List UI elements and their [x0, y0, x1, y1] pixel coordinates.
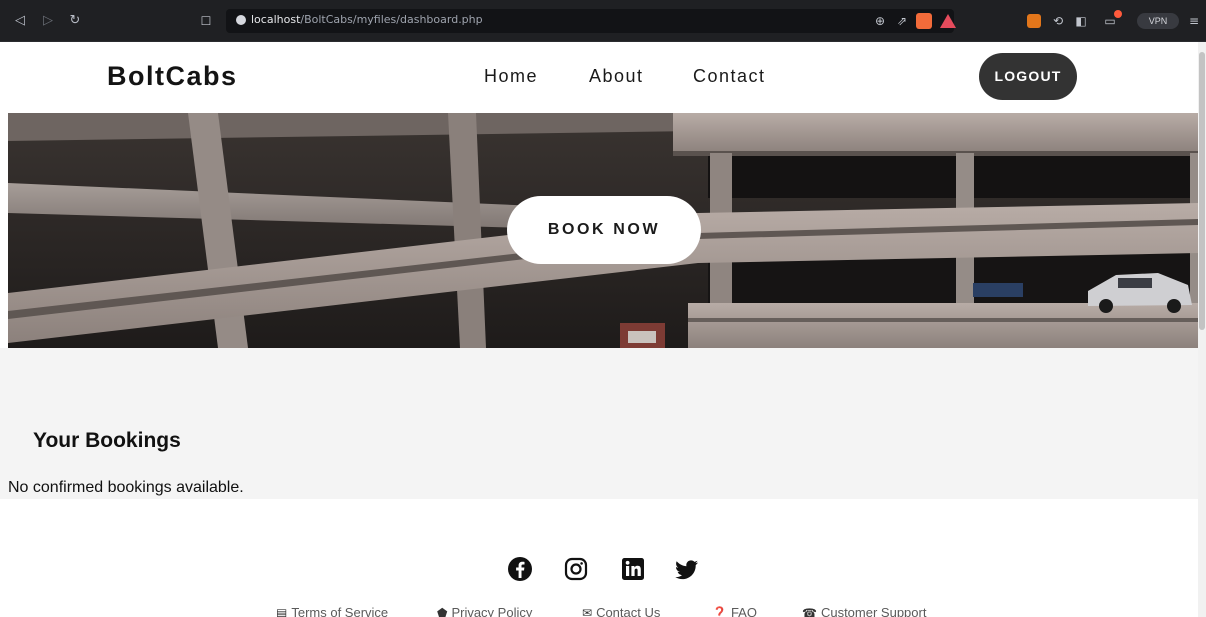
- url-host: localhost: [251, 13, 301, 26]
- share-icon[interactable]: ⇗: [894, 12, 910, 30]
- site-logo[interactable]: BoltCabs: [107, 61, 238, 92]
- empty-bookings-message: No confirmed bookings available.: [8, 479, 244, 496]
- linkedin-icon[interactable]: [620, 556, 646, 582]
- footer-link-faq[interactable]: ❓ FAQ: [712, 605, 757, 617]
- bookmark-icon[interactable]: ☐: [198, 13, 214, 29]
- forward-icon[interactable]: ▷: [40, 13, 56, 29]
- bookings-section: Your Bookings No confirmed bookings avai…: [0, 348, 1198, 499]
- twitter-icon[interactable]: [674, 556, 700, 582]
- footer-link-faq-label: FAQ: [730, 605, 757, 617]
- vpn-button[interactable]: VPN: [1137, 13, 1179, 29]
- footer-link-privacy-label: Privacy Policy: [451, 605, 533, 617]
- site-header: BoltCabs Home About Contact LOGOUT: [0, 42, 1198, 113]
- footer-link-terms-label: Terms of Service: [291, 605, 389, 617]
- footer-link-support[interactable]: ☎ Customer Support: [802, 605, 926, 617]
- notification-badge: [1114, 10, 1122, 18]
- site-info-icon[interactable]: [236, 15, 246, 25]
- facebook-icon[interactable]: [507, 556, 533, 582]
- brave-shields-icon[interactable]: [916, 13, 932, 29]
- url-path: /BoltCabs/myfiles/dashboard.php: [300, 13, 483, 26]
- nav-about[interactable]: About: [589, 66, 644, 87]
- footer-link-terms[interactable]: ▤ Terms of Service: [276, 605, 388, 617]
- back-icon[interactable]: ◁: [12, 13, 28, 29]
- footer-link-contact-label: Contact Us: [596, 605, 661, 617]
- bookings-title: Your Bookings: [33, 429, 181, 452]
- document-icon: ▤: [276, 606, 288, 617]
- browser-toolbar: ◁ ▷ ↻ ☐ localhost/BoltCabs/myfiles/dashb…: [0, 0, 1206, 42]
- phone-icon: ☎: [802, 606, 817, 617]
- footer-link-privacy[interactable]: ⬟ Privacy Policy: [437, 605, 532, 617]
- envelope-icon: ✉: [582, 606, 593, 617]
- reload-icon[interactable]: ↻: [67, 13, 83, 29]
- logout-button[interactable]: LOGOUT: [979, 53, 1077, 100]
- sidebar-icon[interactable]: ◧: [1073, 12, 1089, 30]
- extensions-icon[interactable]: ⟲: [1050, 12, 1066, 30]
- menu-icon[interactable]: ≡: [1186, 12, 1202, 30]
- vpn-label: VPN: [1148, 16, 1168, 26]
- nav-home[interactable]: Home: [484, 66, 538, 87]
- footer-link-support-label: Customer Support: [820, 605, 927, 617]
- book-now-button[interactable]: BOOK NOW: [507, 196, 701, 264]
- zoom-icon[interactable]: ⊕: [872, 12, 888, 30]
- brave-rewards-icon[interactable]: [940, 14, 956, 28]
- metamask-icon[interactable]: [1027, 14, 1041, 28]
- instagram-icon[interactable]: [563, 556, 589, 582]
- site-footer: ▤ Terms of Service ⬟ Privacy Policy ✉ Conta…: [0, 499, 1198, 617]
- question-icon: ❓: [712, 606, 727, 617]
- url-text[interactable]: localhost/BoltCabs/myfiles/dashboard.php: [251, 13, 483, 26]
- page-scrollbar[interactable]: [1198, 42, 1206, 617]
- nav-contact[interactable]: Contact: [693, 66, 766, 87]
- footer-link-contact[interactable]: ✉ Contact Us: [582, 605, 660, 617]
- hero-banner: BOOK NOW: [8, 113, 1198, 348]
- shield-icon: ⬟: [437, 606, 448, 617]
- scrollbar-thumb[interactable]: [1199, 52, 1205, 330]
